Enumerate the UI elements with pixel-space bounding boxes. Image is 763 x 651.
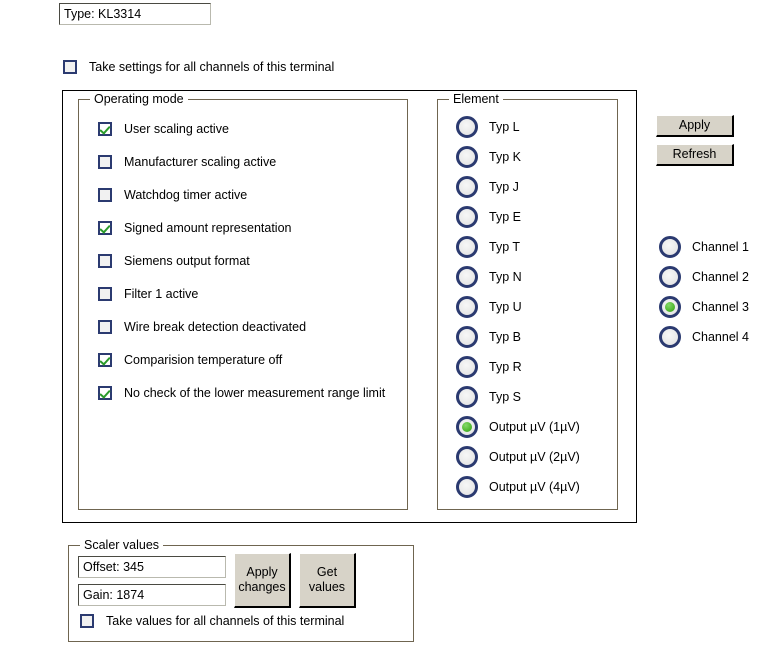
operating-mode-checkbox[interactable] [98,122,112,136]
refresh-button[interactable]: Refresh [656,144,734,166]
element-radio-label: Typ N [489,270,522,284]
element-radio-button[interactable] [456,476,478,498]
channel-radio-row[interactable]: Channel 1 [659,236,749,258]
element-radio-row[interactable]: Typ K [456,146,521,168]
operating-mode-label: Siemens output format [124,254,250,268]
take-values-label: Take values for all channels of this ter… [106,614,345,628]
channel-radio-button[interactable] [659,266,681,288]
channel-radio-row[interactable]: Channel 4 [659,326,749,348]
element-radio-button[interactable] [456,446,478,468]
take-settings-label: Take settings for all channels of this t… [89,60,335,74]
get-values-line2: values [308,580,346,594]
operating-mode-checkbox-row[interactable]: Wire break detection deactivated [98,320,306,334]
element-radio-button[interactable] [456,236,478,258]
get-values-button[interactable]: Get values [299,553,356,608]
element-radio-row[interactable]: Typ U [456,296,522,318]
operating-mode-label: User scaling active [124,122,229,136]
element-radio-row[interactable]: Typ S [456,386,521,408]
get-values-line1: Get [316,565,338,579]
operating-mode-checkbox[interactable] [98,386,112,400]
element-radio-label: Typ B [489,330,521,344]
gain-input[interactable] [78,584,226,606]
operating-mode-label: Watchdog timer active [124,188,248,202]
element-radio-row[interactable]: Output µV (2µV) [456,446,580,468]
element-radio-row[interactable]: Typ B [456,326,521,348]
operating-mode-checkbox-row[interactable]: User scaling active [98,122,229,136]
operating-mode-checkbox[interactable] [98,254,112,268]
element-radio-row[interactable]: Typ R [456,356,522,378]
operating-mode-label: No check of the lower measurement range … [124,386,386,400]
element-radio-row[interactable]: Typ T [456,236,520,258]
channel-radio-label: Channel 1 [692,240,749,254]
element-radio-label: Output µV (2µV) [489,450,580,464]
element-radio-row[interactable]: Typ L [456,116,520,138]
element-radio-button[interactable] [456,416,478,438]
channel-radio-label: Channel 4 [692,330,749,344]
operating-mode-label: Manufacturer scaling active [124,155,277,169]
operating-mode-title: Operating mode [90,92,188,106]
operating-mode-checkbox-row[interactable]: Filter 1 active [98,287,198,301]
operating-mode-label: Wire break detection deactivated [124,320,307,334]
element-radio-label: Typ L [489,120,520,134]
element-radio-label: Typ S [489,390,521,404]
element-radio-button[interactable] [456,326,478,348]
operating-mode-checkbox-row[interactable]: Comparision temperature off [98,353,282,367]
operating-mode-label: Filter 1 active [124,287,199,301]
apply-button[interactable]: Apply [656,115,734,137]
element-radio-row[interactable]: Typ J [456,176,519,198]
scaler-values-title: Scaler values [80,538,164,552]
element-radio-label: Typ U [489,300,522,314]
operating-mode-checkbox[interactable] [98,353,112,367]
element-radio-label: Typ T [489,240,521,254]
operating-mode-checkbox-row[interactable]: Signed amount representation [98,221,291,235]
element-radio-label: Typ J [489,180,519,194]
offset-input[interactable] [78,556,226,578]
operating-mode-checkbox-row[interactable]: Watchdog timer active [98,188,247,202]
apply-changes-button[interactable]: Apply changes [234,553,291,608]
operating-mode-checkbox[interactable] [98,155,112,169]
element-radio-button[interactable] [456,206,478,228]
operating-mode-label: Signed amount representation [124,221,292,235]
take-values-checkbox[interactable] [80,614,94,628]
element-radio-row[interactable]: Output µV (1µV) [456,416,580,438]
element-radio-button[interactable] [456,386,478,408]
element-radio-button[interactable] [456,116,478,138]
operating-mode-checkbox-row[interactable]: No check of the lower measurement range … [98,386,385,400]
channel-radio-label: Channel 2 [692,270,749,284]
element-radio-button[interactable] [456,266,478,288]
element-radio-label: Output µV (1µV) [489,420,580,434]
apply-changes-line2: changes [238,580,286,594]
channel-radio-label: Channel 3 [692,300,749,314]
element-radio-label: Output µV (4µV) [489,480,580,494]
operating-mode-checkbox[interactable] [98,221,112,235]
take-settings-checkbox[interactable] [63,60,77,74]
take-values-checkbox-row[interactable]: Take values for all channels of this ter… [80,614,344,628]
element-radio-button[interactable] [456,176,478,198]
take-settings-checkbox-row[interactable]: Take settings for all channels of this t… [63,60,334,74]
operating-mode-label: Comparision temperature off [124,353,283,367]
element-radio-label: Typ K [489,150,521,164]
operating-mode-checkbox-row[interactable]: Siemens output format [98,254,250,268]
operating-mode-checkbox[interactable] [98,188,112,202]
element-radio-label: Typ E [489,210,521,224]
element-radio-button[interactable] [456,146,478,168]
channel-radio-row[interactable]: Channel 2 [659,266,749,288]
operating-mode-checkbox[interactable] [98,287,112,301]
channel-radio-button[interactable] [659,236,681,258]
element-radio-row[interactable]: Typ E [456,206,521,228]
element-radio-button[interactable] [456,296,478,318]
operating-mode-checkbox[interactable] [98,320,112,334]
element-radio-button[interactable] [456,356,478,378]
element-radio-row[interactable]: Output µV (4µV) [456,476,580,498]
channel-radio-row[interactable]: Channel 3 [659,296,749,318]
operating-mode-checkbox-row[interactable]: Manufacturer scaling active [98,155,276,169]
element-radio-row[interactable]: Typ N [456,266,522,288]
element-title: Element [449,92,503,106]
channel-radio-button[interactable] [659,296,681,318]
type-input[interactable] [59,3,211,25]
element-radio-label: Typ R [489,360,522,374]
channel-radio-button[interactable] [659,326,681,348]
apply-changes-line1: Apply [246,565,278,579]
